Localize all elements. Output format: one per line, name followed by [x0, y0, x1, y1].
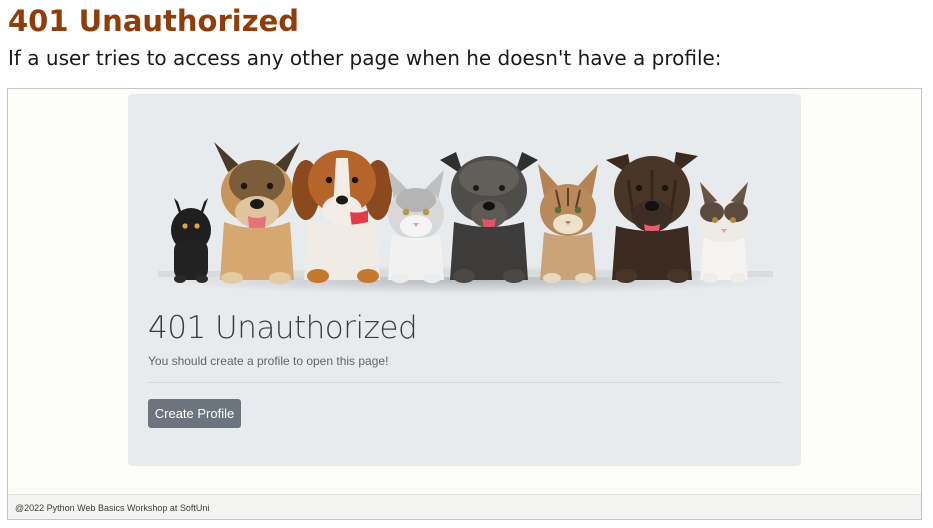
terrier-dog-icon [440, 152, 538, 283]
tabby-cat-icon [388, 170, 444, 283]
footer-copyright: @2022 Python Web Basics Workshop at Soft… [15, 503, 210, 513]
browser-viewport: 401 Unauthorized You should create a pro… [7, 88, 922, 520]
error-message: You should create a profile to open this… [148, 354, 389, 368]
footer: @2022 Python Web Basics Workshop at Soft… [8, 494, 921, 519]
document-heading: 401 Unauthorized [8, 4, 300, 38]
document-description: If a user tries to access any other page… [8, 46, 722, 70]
jumbotron: 401 Unauthorized You should create a pro… [128, 94, 801, 466]
spaniel-dog-icon [292, 150, 392, 283]
tabby-kitten-icon [538, 164, 598, 283]
pets-banner-image [158, 142, 773, 294]
divider [148, 382, 781, 383]
page-title: 401 Unauthorized [148, 310, 418, 346]
calico-cat-icon [700, 182, 748, 283]
shepherd-dog-icon [214, 142, 300, 284]
brindle-dog-icon [606, 152, 698, 283]
black-cat-icon [171, 198, 211, 283]
create-profile-button[interactable]: Create Profile [148, 399, 241, 428]
